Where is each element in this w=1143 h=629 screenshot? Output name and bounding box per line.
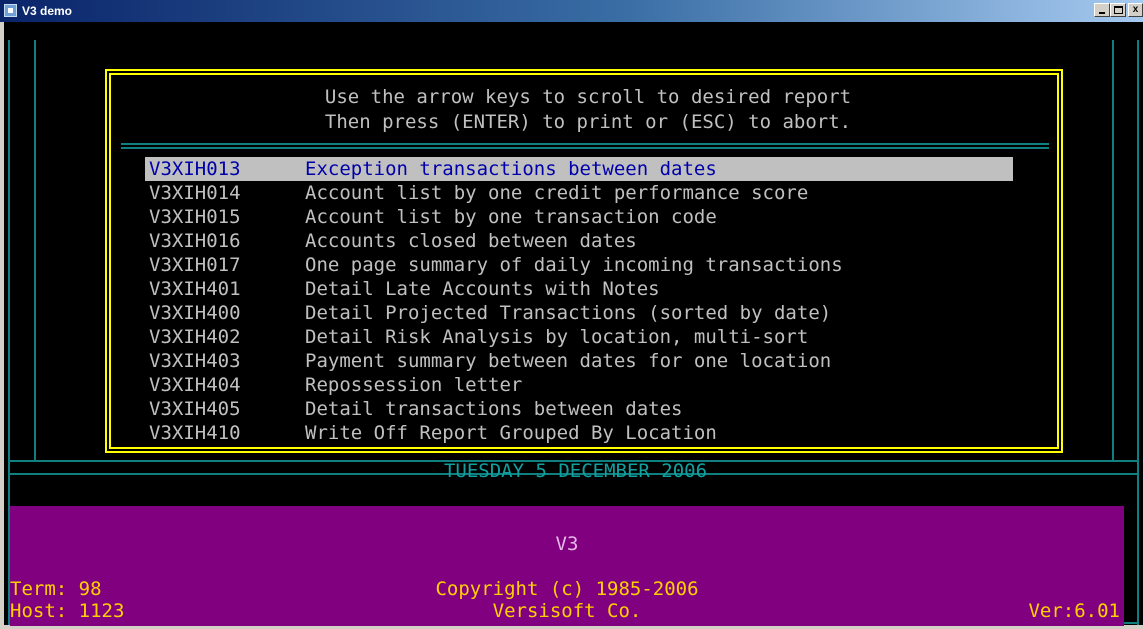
- report-code: V3XIH401: [149, 278, 241, 300]
- instruction-line-1: Use the arrow keys to scroll to desired …: [324, 86, 852, 108]
- company-name: Versisoft Co.: [492, 600, 642, 622]
- minimize-icon: [1099, 12, 1105, 14]
- report-row-V3XIH014[interactable]: V3XIH014 Account list by one credit perf…: [145, 181, 1025, 205]
- report-row-V3XIH405[interactable]: V3XIH405 Detail transactions between dat…: [145, 397, 1025, 421]
- report-description: Exception transactions between dates: [305, 158, 717, 180]
- frame-line-left-inner: [34, 40, 36, 460]
- report-row-V3XIH016[interactable]: V3XIH016 Accounts closed between dates: [145, 229, 1025, 253]
- close-button[interactable]: x: [1128, 3, 1143, 17]
- report-description: Detail Projected Transactions (sorted by…: [305, 302, 832, 324]
- window-title: V3 demo: [22, 4, 73, 18]
- current-date: TUESDAY 5 DECEMBER 2006: [443, 460, 708, 482]
- report-description: Payment summary between dates for one lo…: [305, 350, 832, 372]
- report-code: V3XIH402: [149, 326, 241, 348]
- frame-line-right-outer: [1137, 40, 1139, 625]
- app-name: V3: [555, 533, 579, 555]
- footer-panel: V3 Term: 98 Host: 1123 Copyright (c) 198…: [10, 506, 1124, 626]
- menu-separator-bottom: [121, 147, 1049, 149]
- report-row-V3XIH017[interactable]: V3XIH017 One page summary of daily incom…: [145, 253, 1025, 277]
- report-row-V3XIH402[interactable]: V3XIH402 Detail Risk Analysis by locatio…: [145, 325, 1025, 349]
- report-code: V3XIH400: [149, 302, 241, 324]
- report-description: Detail transactions between dates: [305, 398, 683, 420]
- terminal-screen[interactable]: Use the arrow keys to scroll to desired …: [0, 22, 1143, 629]
- frame-line-right-inner: [1112, 40, 1114, 460]
- report-description: Write Off Report Grouped By Location: [305, 422, 717, 444]
- report-description: Repossession letter: [305, 374, 523, 396]
- report-code: V3XIH017: [149, 254, 241, 276]
- app-window: V3 demo x Use the arrow keys to scroll t…: [0, 0, 1143, 629]
- report-row-V3XIH400[interactable]: V3XIH400 Detail Projected Transactions (…: [145, 301, 1025, 325]
- report-row-V3XIH015[interactable]: V3XIH015 Account list by one transaction…: [145, 205, 1025, 229]
- report-description: Account list by one transaction code: [305, 206, 717, 228]
- maximize-icon: [1114, 6, 1123, 14]
- report-row-V3XIH404[interactable]: V3XIH404 Repossession letter: [145, 373, 1025, 397]
- close-icon: x: [1132, 4, 1139, 15]
- report-list: V3XIH013 Exception transactions between …: [145, 157, 1025, 445]
- minimize-button[interactable]: [1094, 3, 1110, 17]
- report-code: V3XIH016: [149, 230, 241, 252]
- report-code: V3XIH403: [149, 350, 241, 372]
- report-code: V3XIH405: [149, 398, 241, 420]
- report-menu-box: Use the arrow keys to scroll to desired …: [105, 69, 1063, 453]
- report-code: V3XIH404: [149, 374, 241, 396]
- report-row-V3XIH013[interactable]: V3XIH013 Exception transactions between …: [145, 157, 1013, 181]
- app-icon[interactable]: [4, 4, 17, 17]
- report-row-V3XIH410[interactable]: V3XIH410 Write Off Report Grouped By Loc…: [145, 421, 1025, 445]
- report-description: Detail Late Accounts with Notes: [305, 278, 660, 300]
- report-description: Accounts closed between dates: [305, 230, 637, 252]
- report-row-V3XIH401[interactable]: V3XIH401 Detail Late Accounts with Notes: [145, 277, 1025, 301]
- copyright-text: Copyright (c) 1985-2006: [435, 578, 699, 600]
- report-code: V3XIH015: [149, 206, 241, 228]
- version-label: Ver:6.01: [1028, 600, 1120, 622]
- report-code: V3XIH014: [149, 182, 241, 204]
- report-code: V3XIH013: [149, 158, 241, 180]
- report-code: V3XIH410: [149, 422, 241, 444]
- maximize-button[interactable]: [1110, 3, 1126, 17]
- report-description: Account list by one credit performance s…: [305, 182, 809, 204]
- report-description: Detail Risk Analysis by location, multi-…: [305, 326, 809, 348]
- report-menu-inner-border: Use the arrow keys to scroll to desired …: [109, 73, 1059, 449]
- report-description: One page summary of daily incoming trans…: [305, 254, 843, 276]
- report-row-V3XIH403[interactable]: V3XIH403 Payment summary between dates f…: [145, 349, 1025, 373]
- instruction-line-2: Then press (ENTER) to print or (ESC) to …: [324, 111, 852, 133]
- menu-separator-top: [121, 143, 1049, 145]
- title-bar[interactable]: V3 demo x: [0, 0, 1143, 22]
